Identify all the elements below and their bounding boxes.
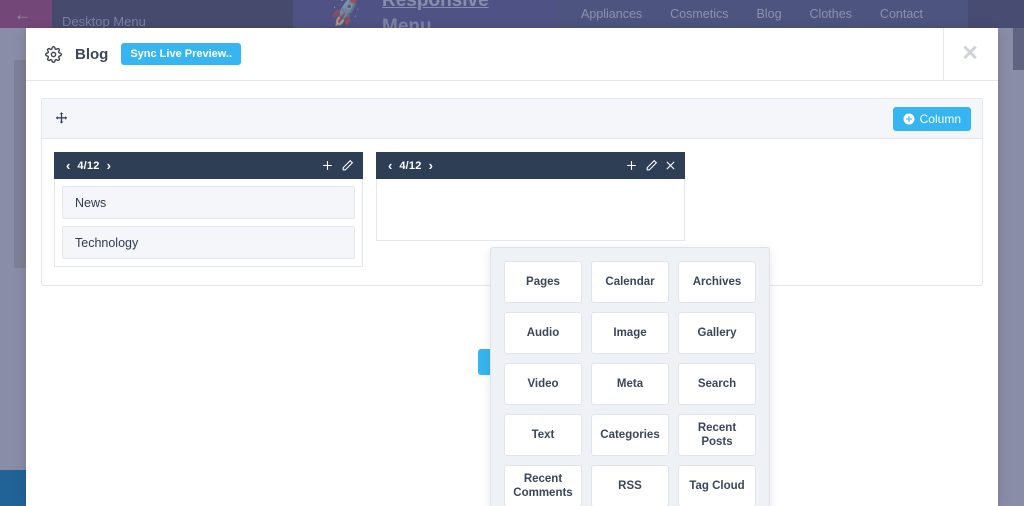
widget-option-text[interactable]: Text [504, 414, 582, 456]
column-1-body[interactable]: News Technology [54, 179, 363, 267]
column-2-plus-icon[interactable] [625, 159, 638, 172]
chevron-left-icon[interactable]: ‹ [385, 159, 395, 172]
widget-option-recent-posts[interactable]: Recent Posts [678, 414, 756, 456]
builder-column-1: ‹ 4/12 › News Technology [54, 152, 363, 267]
widget-option-tag-cloud[interactable]: Tag Cloud [678, 465, 756, 506]
page-builder-body: Column ‹ 4/12 › News Technology ‹ 4/12 ›… [26, 81, 998, 506]
backdrop-right-strip [1003, 28, 1024, 506]
column-2-header: ‹ 4/12 › [376, 152, 685, 179]
widget-picker-popup: Pages Calendar Archives Audio Image Gall… [490, 247, 770, 506]
widget-option-image[interactable]: Image [591, 312, 669, 354]
modal-title: Blog [75, 45, 109, 63]
widget-item[interactable]: Technology [62, 226, 355, 259]
picker-arrow-icon [615, 247, 633, 248]
widget-option-categories[interactable]: Categories [591, 414, 669, 456]
gear-icon [45, 45, 62, 63]
plus-circle-icon [903, 113, 915, 125]
close-icon[interactable]: ✕ [959, 43, 981, 65]
widget-option-pages[interactable]: Pages [504, 261, 582, 303]
column-1-size: 4/12 [77, 159, 100, 172]
screen-root: ← Desktop Menu 🚀 Responsive Menu Applian… [0, 0, 1024, 506]
widget-picker-grid: Pages Calendar Archives Audio Image Gall… [504, 261, 756, 506]
chevron-right-icon[interactable]: › [104, 159, 114, 172]
column-2-actions [625, 159, 676, 172]
modal-header: Blog Sync Live Preview.. ✕ [26, 28, 998, 81]
widget-option-archives[interactable]: Archives [678, 261, 756, 303]
modal-header-divider [943, 28, 944, 81]
widget-option-gallery[interactable]: Gallery [678, 312, 756, 354]
widget-item[interactable]: News [62, 186, 355, 219]
column-2-pencil-icon[interactable] [645, 159, 658, 172]
column-1-pencil-icon[interactable] [341, 159, 354, 172]
widget-option-audio[interactable]: Audio [504, 312, 582, 354]
column-2-body[interactable] [376, 179, 685, 241]
blog-settings-modal: Blog Sync Live Preview.. ✕ Column ‹ 4/12… [26, 28, 998, 506]
row-toolbar: Column [42, 99, 982, 139]
add-column-label: Column [919, 111, 961, 126]
builder-column-2: ‹ 4/12 › [376, 152, 685, 241]
sync-live-preview-button[interactable]: Sync Live Preview.. [121, 43, 242, 65]
widget-option-meta[interactable]: Meta [591, 363, 669, 405]
column-2-size: 4/12 [399, 159, 422, 172]
widget-option-recent-comments[interactable]: Recent Comments [504, 465, 582, 506]
move-arrows-icon[interactable] [53, 111, 69, 127]
chevron-right-icon[interactable]: › [426, 159, 436, 172]
widget-option-video[interactable]: Video [504, 363, 582, 405]
widget-option-calendar[interactable]: Calendar [591, 261, 669, 303]
column-1-header: ‹ 4/12 › [54, 152, 363, 179]
backdrop-right-dark-strip [1013, 28, 1024, 70]
widget-option-rss[interactable]: RSS [591, 465, 669, 506]
chevron-left-icon[interactable]: ‹ [63, 159, 73, 172]
add-column-button[interactable]: Column [892, 106, 971, 131]
column-1-plus-icon[interactable] [321, 159, 334, 172]
column-1-actions [321, 159, 354, 172]
column-2-close-icon[interactable] [665, 160, 676, 171]
widget-option-search[interactable]: Search [678, 363, 756, 405]
